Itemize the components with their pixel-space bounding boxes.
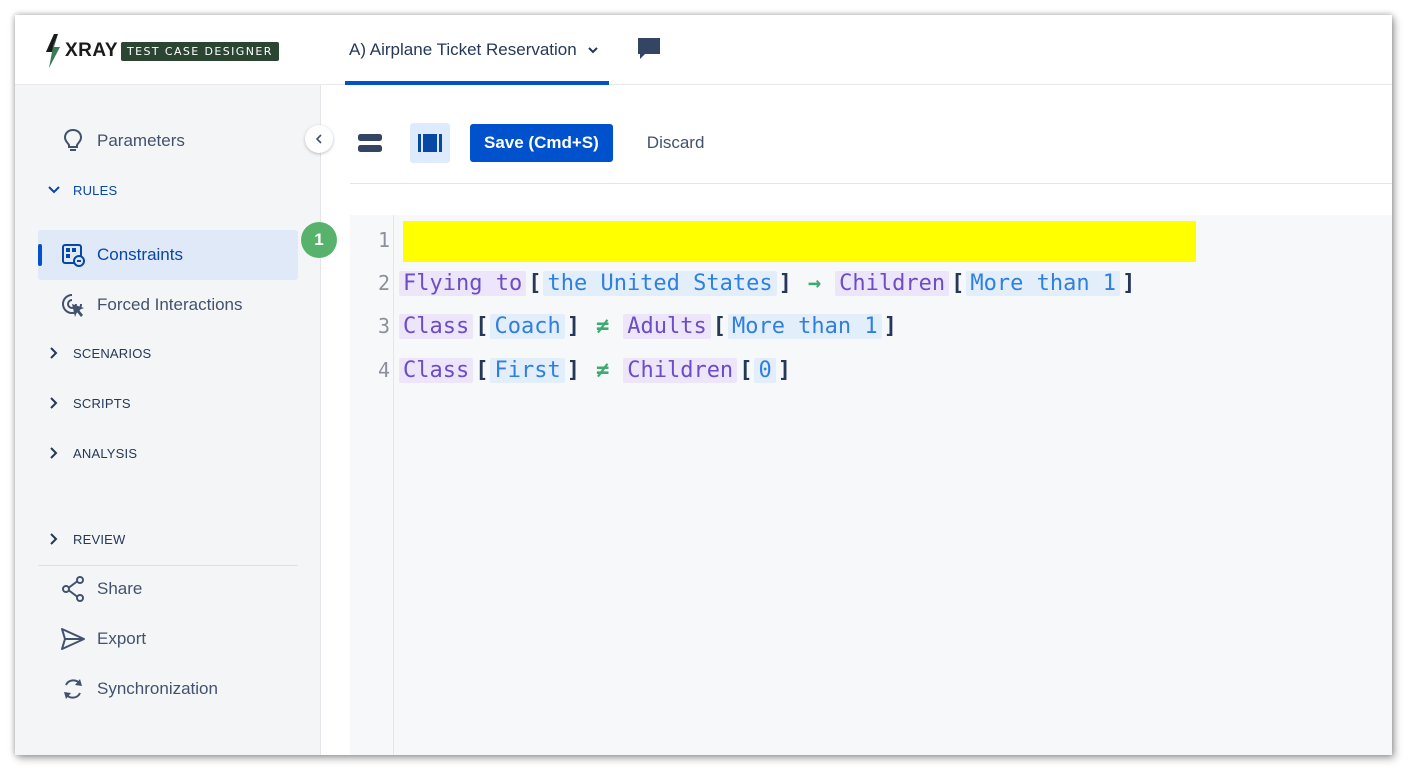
- sidebar-item-parameters[interactable]: Parameters: [38, 116, 298, 166]
- cursor-click-icon: [60, 292, 86, 318]
- bracket: ]: [883, 313, 897, 339]
- text-view-icon: [418, 134, 442, 152]
- app-window: XRAY TEST CASE DESIGNER A) Airplane Tick…: [15, 15, 1392, 755]
- collapse-sidebar-button[interactable]: [305, 125, 333, 153]
- value-token: More than 1: [727, 313, 882, 339]
- chevron-right-icon: [50, 447, 58, 459]
- bracket: ]: [777, 357, 791, 383]
- sidebar-item-share[interactable]: Share: [38, 564, 298, 614]
- bracket: [: [475, 313, 489, 339]
- section-label: RULES: [73, 182, 118, 198]
- value-token: First: [490, 357, 565, 383]
- value-token: 0: [754, 357, 776, 383]
- section-analysis[interactable]: ANALYSIS: [47, 443, 137, 463]
- parameter-token: Children: [623, 357, 738, 383]
- discard-button[interactable]: Discard: [647, 133, 705, 153]
- project-title: A) Airplane Ticket Reservation: [349, 40, 577, 59]
- constraint-line-3[interactable]: Class[Coach] ≠ Adults[More than 1]: [399, 311, 899, 341]
- chevron-down-icon: [48, 186, 60, 194]
- list-view-button[interactable]: [350, 123, 390, 163]
- sidebar-item-synchronization[interactable]: Synchronization: [38, 664, 298, 714]
- chevron-right-icon: [50, 533, 58, 545]
- line-number: 2: [377, 271, 390, 295]
- chevron-right-icon: [50, 347, 58, 359]
- send-icon: [60, 626, 86, 652]
- bracket: ]: [566, 357, 580, 383]
- section-label: SCRIPTS: [73, 395, 131, 411]
- lightbulb-icon: [60, 128, 86, 154]
- sidebar-item-label: Forced Interactions: [97, 295, 243, 314]
- chevron-down-icon: [588, 47, 598, 54]
- sidebar-item-constraints[interactable]: Constraints: [38, 230, 298, 280]
- project-tab[interactable]: A) Airplane Ticket Reservation: [345, 15, 609, 85]
- logo-subtitle: TEST CASE DESIGNER: [121, 41, 279, 61]
- chevron-left-icon: [315, 134, 322, 144]
- top-header: XRAY TEST CASE DESIGNER A) Airplane Tick…: [15, 15, 1392, 85]
- xray-logo[interactable]: XRAY TEST CASE DESIGNER: [43, 33, 279, 69]
- sidebar: Parameters RULES Constraints Forced Inte…: [15, 85, 321, 755]
- highlighted-line[interactable]: [403, 221, 1196, 262]
- value-token: the United States: [543, 270, 777, 296]
- constraints-grid-icon: [60, 242, 86, 268]
- sidebar-item-label: Constraints: [97, 245, 183, 264]
- section-label: ANALYSIS: [73, 445, 138, 461]
- bracket: ]: [1122, 270, 1136, 296]
- bracket: [: [475, 357, 489, 383]
- sidebar-item-label: Export: [97, 629, 147, 648]
- sidebar-item-label: Parameters: [97, 131, 185, 150]
- bracket: [: [951, 270, 965, 296]
- constraint-line-4[interactable]: Class[First] ≠ Children[0]: [399, 355, 793, 385]
- sidebar-item-forced-interactions[interactable]: Forced Interactions: [38, 280, 298, 330]
- main-content: Save (Cmd+S) Discard 1 2 3 4 Flying to[t…: [321, 85, 1392, 755]
- sidebar-item-label: Synchronization: [97, 679, 218, 698]
- toolbar-divider: [350, 183, 1392, 184]
- editor-toolbar: Save (Cmd+S) Discard: [350, 123, 704, 163]
- bracket: ]: [566, 313, 580, 339]
- bracket: [: [712, 313, 726, 339]
- not-equal-operator: ≠: [595, 313, 610, 339]
- parameter-token: Class: [399, 357, 474, 383]
- parameter-token: Children: [835, 270, 950, 296]
- parameter-token: Class: [399, 313, 474, 339]
- line-gutter: 1 2 3 4: [350, 215, 394, 755]
- constraint-line-2[interactable]: Flying to[the United States] → Children[Mo…: [399, 268, 1137, 298]
- section-review[interactable]: REVIEW: [47, 529, 125, 549]
- section-rules[interactable]: RULES: [47, 180, 117, 200]
- line-number: 4: [377, 358, 390, 382]
- line-number: 1: [377, 228, 390, 252]
- bracket: ]: [778, 270, 792, 296]
- implies-operator: →: [807, 270, 822, 296]
- logo-text: XRAY: [65, 40, 119, 61]
- step-badge: 1: [301, 222, 337, 258]
- bolt-icon: [46, 34, 60, 68]
- sidebar-item-label: Share: [97, 579, 143, 598]
- section-label: REVIEW: [73, 531, 126, 547]
- not-equal-operator: ≠: [595, 357, 610, 383]
- section-label: SCENARIOS: [73, 345, 152, 361]
- sync-icon: [60, 676, 86, 702]
- save-button[interactable]: Save (Cmd+S): [470, 124, 613, 162]
- constraints-editor[interactable]: 1 2 3 4 Flying to[the United States] → Chi…: [350, 215, 1392, 755]
- section-scripts[interactable]: SCRIPTS: [47, 393, 131, 413]
- text-view-button[interactable]: [410, 123, 450, 163]
- parameter-token: Adults: [623, 313, 711, 339]
- bracket: [: [739, 357, 753, 383]
- section-scenarios[interactable]: SCENARIOS: [47, 343, 151, 363]
- chat-icon[interactable]: [635, 35, 663, 63]
- value-token: More than 1: [966, 270, 1121, 296]
- share-icon: [60, 576, 86, 602]
- chevron-right-icon: [50, 397, 58, 409]
- line-number: 3: [377, 314, 390, 338]
- parameter-token: Flying to: [399, 270, 527, 296]
- list-view-icon: [358, 134, 382, 152]
- sidebar-item-export[interactable]: Export: [38, 614, 298, 664]
- value-token: Coach: [490, 313, 565, 339]
- bracket: [: [528, 270, 542, 296]
